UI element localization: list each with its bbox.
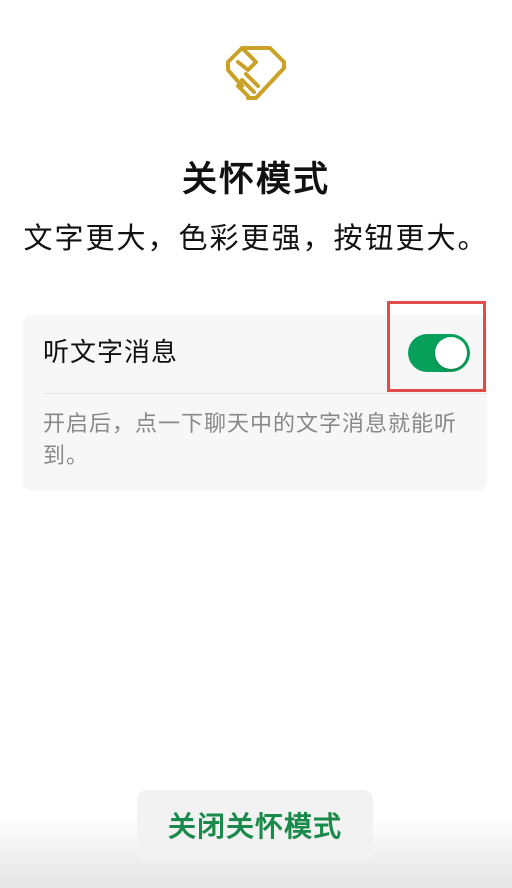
toggle-knob [435, 337, 467, 369]
listen-text-message-row: 听文字消息 [23, 301, 487, 393]
settings-card: 听文字消息 开启后，点一下聊天中的文字消息就能听到。 [23, 301, 487, 491]
care-hands-icon [226, 46, 286, 100]
setting-description: 开启后，点一下聊天中的文字消息就能听到。 [43, 412, 458, 469]
close-care-mode-button[interactable]: 关闭关怀模式 [137, 790, 373, 860]
divider [43, 393, 487, 394]
page-subtitle: 文字更大，色彩更强，按钮更大。 [23, 221, 489, 255]
care-mode-screen: 关怀模式 文字更大，色彩更强，按钮更大。 听文字消息 开启后，点一下聊天中的文字… [0, 0, 512, 888]
listen-text-message-toggle[interactable] [408, 334, 470, 372]
setting-label: 听文字消息 [43, 338, 179, 368]
page-title: 关怀模式 [181, 160, 330, 200]
